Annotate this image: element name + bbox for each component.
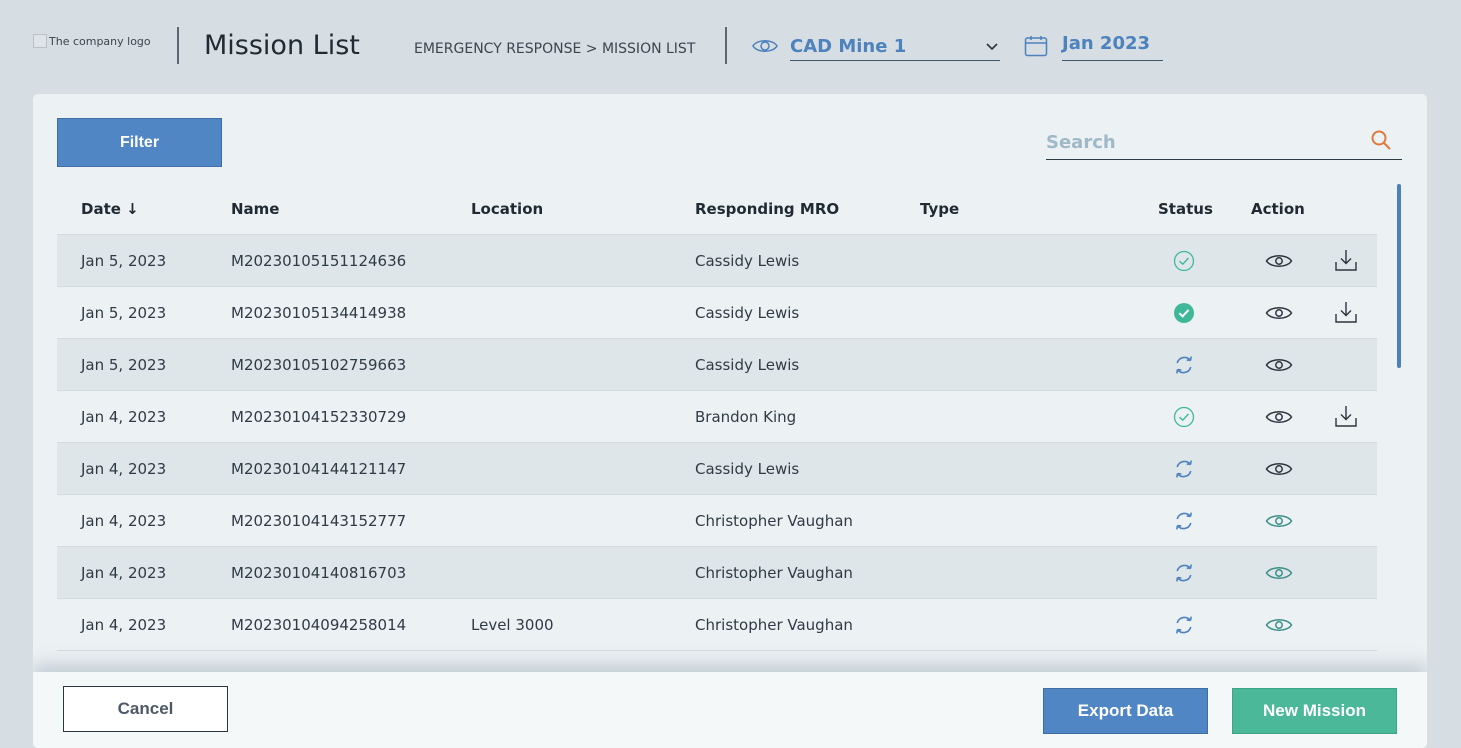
column-header-type[interactable]: Type [920,200,959,218]
view-eye-icon[interactable] [1265,615,1293,635]
column-header-status[interactable]: Status [1158,200,1213,218]
cell-date: Jan 5, 2023 [81,356,167,374]
site-select-value: CAD Mine 1 [790,36,907,57]
cell-mro: Christopher Vaughan [695,512,853,530]
date-select-value: Jan 2023 [1062,33,1151,54]
cell-location: Level 3000 [471,616,554,634]
search-input[interactable] [1046,126,1366,158]
cell-mro: Christopher Vaughan [695,616,853,634]
cell-name: M20230104144121147 [231,460,407,478]
status-in-progress-icon [1176,564,1192,582]
export-data-button[interactable]: Export Data [1043,688,1208,734]
view-eye-icon[interactable] [1265,563,1293,583]
cell-date: Jan 5, 2023 [81,304,167,322]
cell-date: Jan 4, 2023 [81,512,167,530]
chevron-down-icon [986,42,998,50]
table-row[interactable]: Jan 5, 2023 M20230105151124636 Cassidy Lew… [57,235,1377,287]
breadcrumb[interactable]: EMERGENCY RESPONSE > MISSION LIST [414,41,695,57]
cell-date: Jan 5, 2023 [81,252,167,270]
filter-button[interactable]: Filter [57,118,222,167]
date-select[interactable]: Jan 2023 [1062,33,1163,61]
cell-name: M20230105134414938 [231,304,407,322]
column-header-mro[interactable]: Responding MRO [695,200,839,218]
header-divider [177,27,179,64]
cancel-button[interactable]: Cancel [63,686,228,732]
column-header-action: Action [1251,200,1305,218]
status-complete-icon [1173,250,1195,272]
cell-mro: Cassidy Lewis [695,304,800,322]
column-header-name[interactable]: Name [231,200,279,218]
view-eye-icon[interactable] [1265,459,1293,479]
status-in-progress-icon [1176,356,1192,374]
search-icon[interactable] [1370,129,1392,151]
cell-mro: Cassidy Lewis [695,356,800,374]
logo-placeholder-icon [33,34,47,48]
cell-date: Jan 4, 2023 [81,564,167,582]
cell-name: M20230104143152777 [231,512,407,530]
cell-date: Jan 4, 2023 [81,460,167,478]
footer-bar: Cancel Export Data New Mission [33,672,1427,748]
download-icon[interactable] [1334,300,1358,324]
mission-table: Date ↓ Name Location Responding MRO Type… [57,184,1377,651]
column-header-date[interactable]: Date ↓ [81,200,139,218]
view-eye-icon[interactable] [1265,511,1293,531]
cell-name: M20230104140816703 [231,564,407,582]
table-row[interactable]: Jan 4, 2023 M20230104094258014 Level 3000 C… [57,599,1377,651]
table-row[interactable]: Jan 5, 2023 M20230105134414938 Cassidy Lew… [57,287,1377,339]
view-eye-icon[interactable] [1265,303,1293,323]
company-logo: The company logo [33,34,151,48]
mission-list-panel: Filter Date ↓ Name Location Responding M… [33,94,1427,748]
cell-mro: Brandon King [695,408,797,426]
view-eye-icon[interactable] [1265,251,1293,271]
table-row[interactable]: Jan 5, 2023 M20230105102759663 Cassidy Lew… [57,339,1377,391]
calendar-icon [1024,36,1048,57]
page-title: Mission List [204,30,360,61]
cell-name: M20230104094258014 [231,616,407,634]
column-header-location[interactable]: Location [471,200,543,218]
site-eye-icon [752,33,778,59]
cell-mro: Cassidy Lewis [695,460,800,478]
cell-name: M20230105102759663 [231,356,407,374]
new-mission-button[interactable]: New Mission [1232,688,1397,734]
view-eye-icon[interactable] [1265,355,1293,375]
table-row[interactable]: Jan 4, 2023 M20230104152330729 Brandon Kin… [57,391,1377,443]
download-icon[interactable] [1334,404,1358,428]
site-select[interactable]: CAD Mine 1 [790,33,1000,61]
header-divider [725,27,727,64]
table-body: Jan 5, 2023 M20230105151124636 Cassidy Lew… [57,235,1377,651]
search-field[interactable] [1046,126,1402,160]
view-eye-icon[interactable] [1265,407,1293,427]
status-in-progress-icon [1176,460,1192,478]
table-row[interactable]: Jan 4, 2023 M20230104140816703 Christopher… [57,547,1377,599]
cell-name: M20230105151124636 [231,252,407,270]
cell-date: Jan 4, 2023 [81,616,167,634]
cell-name: M20230104152330729 [231,408,407,426]
eye-icon [752,40,778,52]
status-in-progress-icon [1176,512,1192,530]
table-row[interactable]: Jan 4, 2023 M20230104143152777 Christopher… [57,495,1377,547]
logo-text: The company logo [49,34,151,48]
status-verified-icon [1174,303,1194,323]
table-row[interactable]: Jan 4, 2023 M20230104144121147 Cassidy Lew… [57,443,1377,495]
status-complete-icon [1173,406,1195,428]
cell-mro: Christopher Vaughan [695,564,853,582]
scrollbar-thumb[interactable] [1397,184,1401,368]
status-in-progress-icon [1176,616,1192,634]
cell-date: Jan 4, 2023 [81,408,167,426]
download-icon[interactable] [1334,248,1358,272]
cell-mro: Cassidy Lewis [695,252,800,270]
table-header: Date ↓ Name Location Responding MRO Type… [57,184,1377,235]
